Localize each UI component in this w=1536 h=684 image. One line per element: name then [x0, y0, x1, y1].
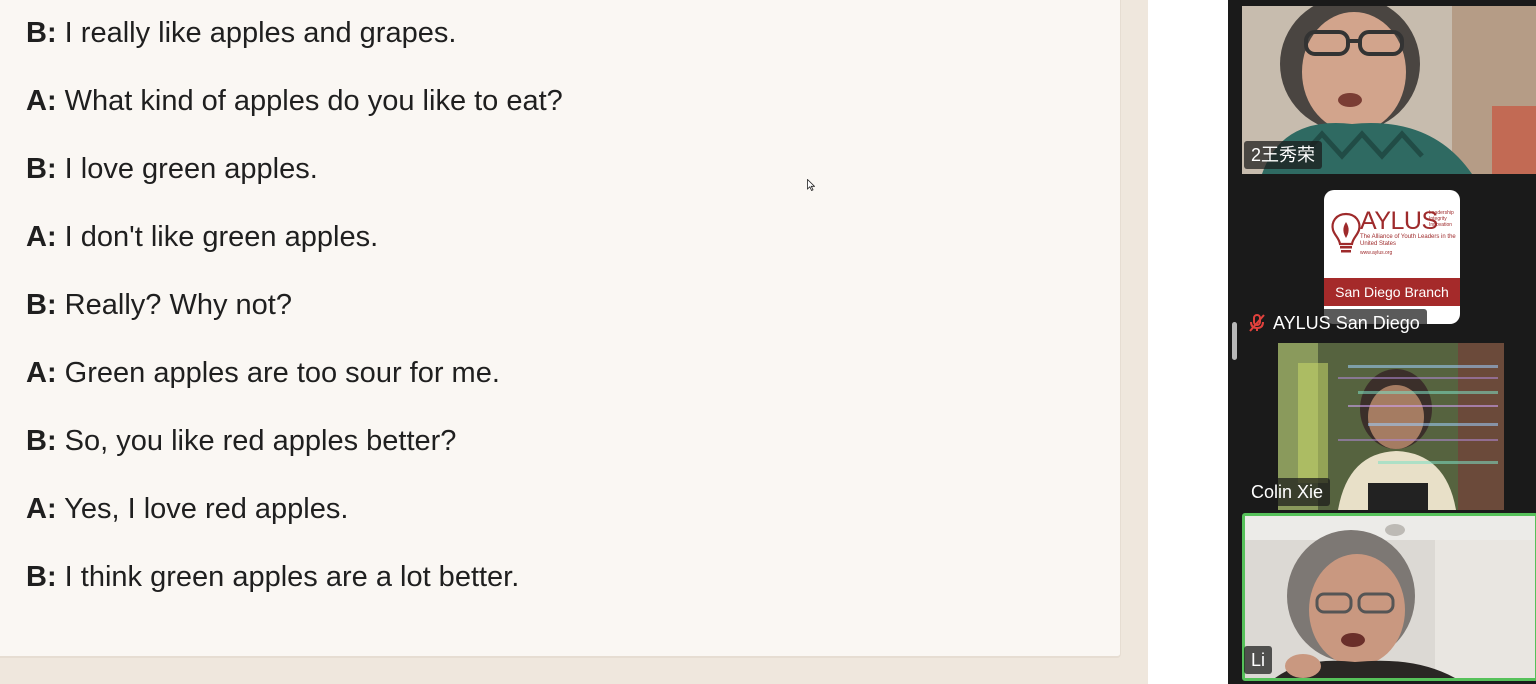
dialogue-text: Really? Why not? — [64, 289, 292, 321]
dialogue-line: B: So, you like red apples better? — [26, 424, 456, 458]
participant-name-label: AYLUS San Diego — [1240, 309, 1427, 337]
speaker-label: B: — [26, 289, 57, 321]
dialogue-line: B: Really? Why not? — [26, 288, 292, 322]
lightbulb-icon — [1331, 212, 1361, 253]
dialogue-line: B: I really like apples and grapes. — [26, 16, 456, 50]
dialogue-line: A: I don't like green apples. — [26, 220, 378, 254]
dialogue-text: So, you like red apples better? — [64, 425, 457, 457]
speaker-label: B: — [26, 17, 57, 49]
participant-name-label: 2王秀荣 — [1244, 141, 1323, 169]
speaker-label: A: — [26, 221, 57, 253]
dialogue-text: Green apples are too sour for me. — [64, 357, 500, 389]
speaker-label: B: — [26, 153, 57, 185]
speaker-label: B: — [26, 561, 57, 593]
participant-name-text: AYLUS San Diego — [1273, 313, 1420, 333]
speaker-label: A: — [26, 493, 57, 525]
document-page: B: I really like apples and grapes. A: W… — [0, 0, 1121, 658]
dialogue-line: A: What kind of apples do you like to ea… — [26, 84, 563, 118]
window-gap — [1148, 0, 1228, 684]
participant-video-feed — [1245, 516, 1535, 678]
dialogue-text: Yes, I love red apples. — [64, 493, 349, 525]
mic-muted-icon — [1249, 314, 1265, 332]
logo-wordmark: AYLUS — [1360, 207, 1438, 235]
shared-screen: B: I really like apples and grapes. A: W… — [0, 0, 1148, 684]
dialogue-text: I don't like green apples. — [64, 221, 379, 253]
dialogue-line: B: I think green apples are a lot better… — [26, 560, 519, 594]
dialogue-text: I think green apples are a lot better. — [64, 561, 520, 593]
dialogue-text: I really like apples and grapes. — [64, 17, 457, 49]
gallery-resize-handle[interactable] — [1232, 322, 1237, 360]
participant-name-label: Colin Xie — [1244, 478, 1331, 506]
dialogue-text: What kind of apples do you like to eat? — [64, 85, 563, 117]
logo-subtitle: The Alliance of Youth Leaders in the Uni… — [1360, 234, 1456, 247]
dialogue-text: I love green apples. — [64, 153, 318, 185]
dialogue-line: A: Green apples are too sour for me. — [26, 356, 500, 390]
logo-branch-banner: San Diego Branch — [1324, 278, 1460, 306]
logo-tagline: Leadership Integrity Innovation — [1429, 210, 1454, 228]
participant-name-label: Li — [1244, 646, 1273, 674]
video-tile-active-speaker[interactable] — [1242, 513, 1536, 681]
speaker-label: B: — [26, 425, 57, 457]
speaker-label: A: — [26, 85, 57, 117]
dialogue-line: B: I love green apples. — [26, 152, 318, 186]
mouse-pointer-icon — [807, 179, 815, 191]
logo-url: www.aylus.org — [1360, 250, 1393, 256]
aylus-logo: AYLUS Leadership Integrity Innovation Th… — [1324, 190, 1460, 324]
dialogue-line: A: Yes, I love red apples. — [26, 492, 348, 526]
speaker-label: A: — [26, 357, 57, 389]
